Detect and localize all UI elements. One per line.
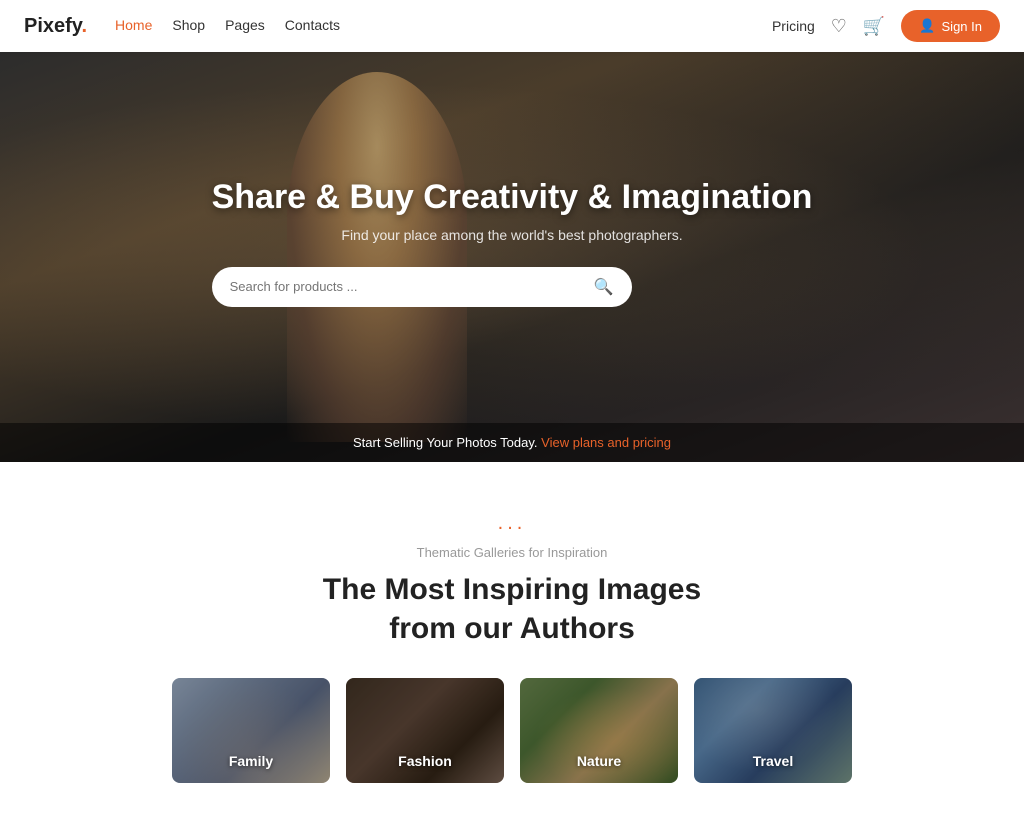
hero-title: Share & Buy Creativity & Imagination <box>212 178 813 217</box>
signin-button[interactable]: 👤 Sign In <box>901 10 1000 42</box>
nav-item-shop[interactable]: Shop <box>172 17 205 35</box>
section-subtitle: Thematic Galleries for Inspiration <box>20 545 1004 560</box>
gallery-card-family[interactable]: Family <box>172 678 330 783</box>
pricing-link[interactable]: Pricing <box>772 18 815 34</box>
gallery-section: ... Thematic Galleries for Inspiration T… <box>0 462 1024 813</box>
hero-subtitle: Find your place among the world's best p… <box>212 227 813 243</box>
navbar-left: Pixefy. Home Shop Pages Contacts <box>24 15 340 38</box>
logo-dot: . <box>81 15 87 37</box>
heart-icon: ♡ <box>831 16 847 37</box>
hero-section: Share & Buy Creativity & Imagination Fin… <box>0 52 1024 462</box>
nav-link-home[interactable]: Home <box>115 17 152 33</box>
hero-content: Share & Buy Creativity & Imagination Fin… <box>192 178 833 307</box>
section-title: The Most Inspiring Images from our Autho… <box>20 570 1004 648</box>
search-bar: 🔍 <box>212 267 632 307</box>
navbar-right: Pricing ♡ 🛒 👤 Sign In <box>772 10 1000 42</box>
gallery-cards: Family Fashion Nature Travel <box>20 678 1004 783</box>
wishlist-button[interactable]: ♡ <box>831 16 847 37</box>
cart-icon: 🛒 <box>863 16 885 37</box>
navbar: Pixefy. Home Shop Pages Contacts Pricing… <box>0 0 1024 52</box>
user-icon: 👤 <box>919 18 935 34</box>
search-input[interactable] <box>230 279 586 294</box>
cart-button[interactable]: 🛒 <box>863 16 885 37</box>
strip-link[interactable]: View plans and pricing <box>541 435 671 450</box>
card-overlay-fashion: Fashion <box>346 678 504 783</box>
card-overlay-family: Family <box>172 678 330 783</box>
card-label-family: Family <box>229 753 273 769</box>
card-overlay-nature: Nature <box>520 678 678 783</box>
search-icon: 🔍 <box>594 277 614 297</box>
hero-strip: Start Selling Your Photos Today. View pl… <box>0 423 1024 462</box>
nav-link-contacts[interactable]: Contacts <box>285 17 340 33</box>
nav-item-home[interactable]: Home <box>115 17 152 35</box>
gallery-card-fashion[interactable]: Fashion <box>346 678 504 783</box>
logo[interactable]: Pixefy. <box>24 15 87 38</box>
card-label-nature: Nature <box>577 753 621 769</box>
card-label-fashion: Fashion <box>398 753 452 769</box>
nav-links: Home Shop Pages Contacts <box>115 17 340 35</box>
signin-label: Sign In <box>942 19 982 34</box>
gallery-card-travel[interactable]: Travel <box>694 678 852 783</box>
nav-link-shop[interactable]: Shop <box>172 17 205 33</box>
card-overlay-travel: Travel <box>694 678 852 783</box>
card-label-travel: Travel <box>753 753 793 769</box>
nav-item-contacts[interactable]: Contacts <box>285 17 340 35</box>
nav-item-pages[interactable]: Pages <box>225 17 265 35</box>
strip-text: Start Selling Your Photos Today. <box>353 435 538 450</box>
section-dots: ... <box>20 512 1004 535</box>
gallery-card-nature[interactable]: Nature <box>520 678 678 783</box>
nav-link-pages[interactable]: Pages <box>225 17 265 33</box>
